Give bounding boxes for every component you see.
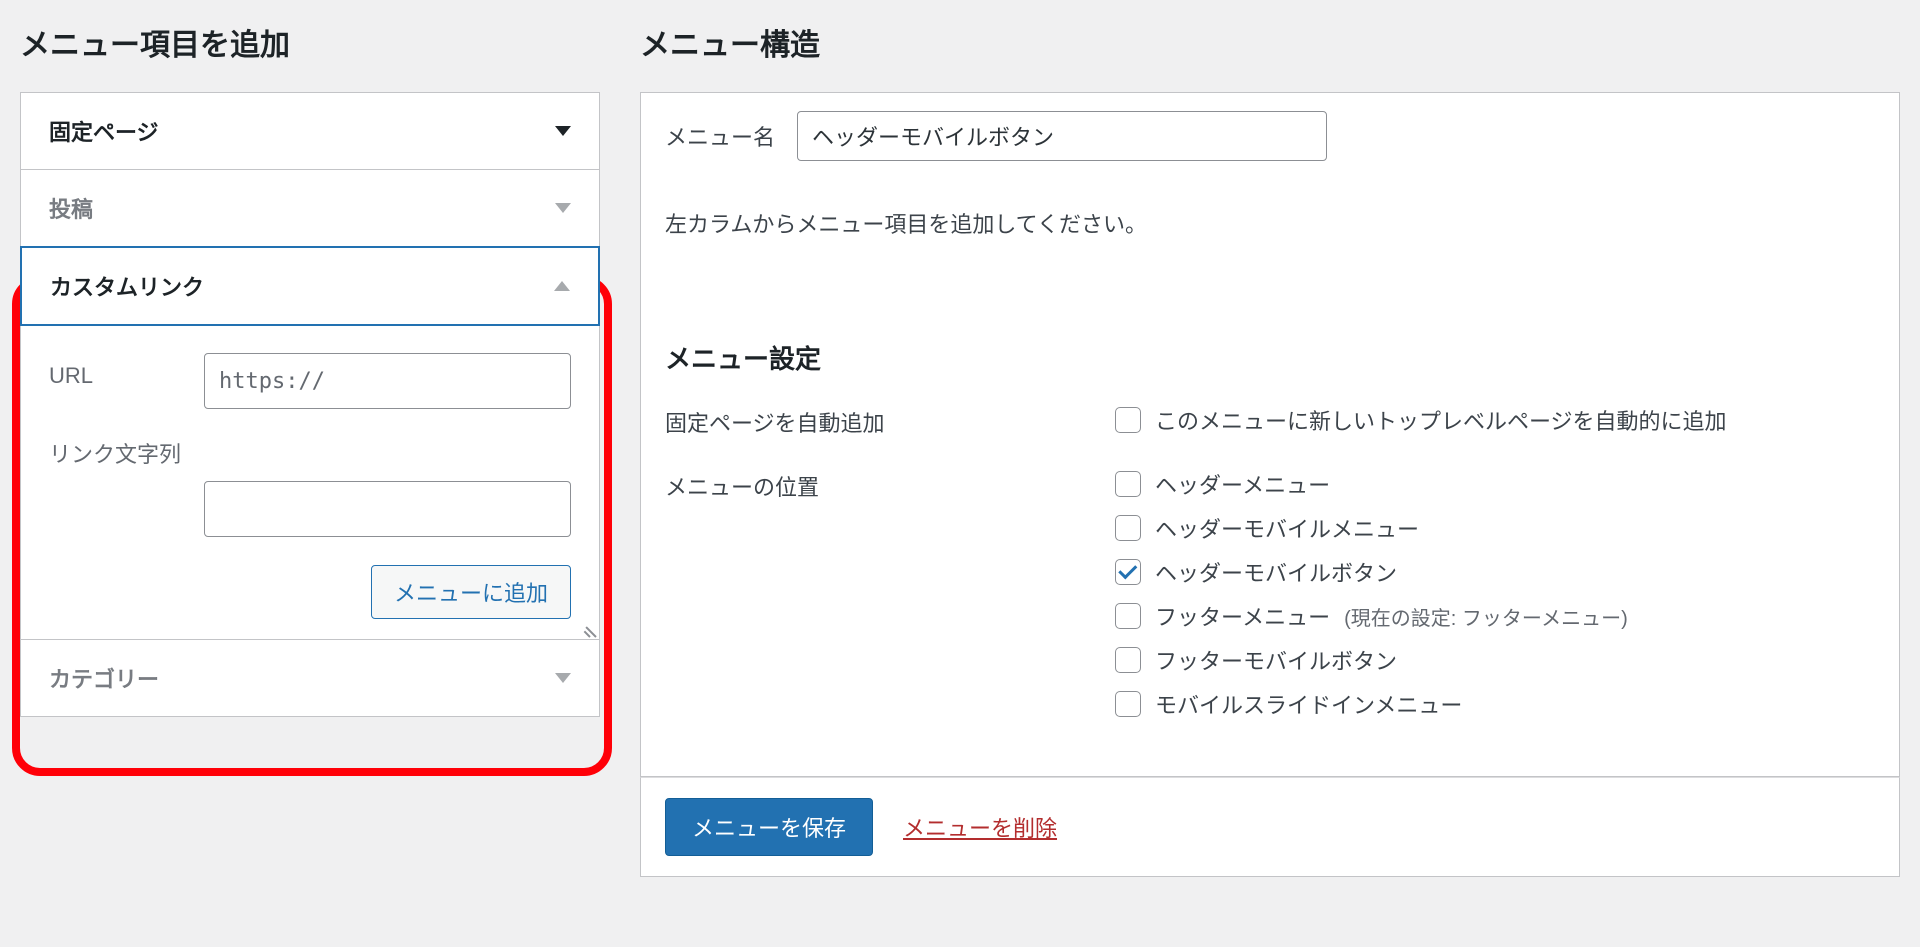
auto-add-pages-checkbox[interactable] [1115,407,1141,433]
menu-location-checkbox[interactable] [1115,691,1141,717]
resize-handle-icon[interactable] [583,623,597,637]
menu-location-label: フッターモバイルボタン [1155,644,1397,676]
accordion-categories-header[interactable]: カテゴリー [21,640,599,716]
delete-menu-link[interactable]: メニューを削除 [903,811,1057,843]
custom-link-text-input[interactable] [204,481,571,537]
add-menu-item-heading: メニュー項目を追加 [20,20,600,64]
accordion-posts-label: 投稿 [49,192,93,224]
menu-location-label: フッターメニュー [1155,600,1330,632]
menu-location-label: ヘッダーモバイルボタン [1155,556,1397,588]
auto-add-pages-option-label: このメニューに新しいトップレベルページを自動的に追加 [1155,404,1727,436]
custom-link-url-input[interactable] [204,353,571,409]
menu-location-checkbox[interactable] [1115,603,1141,629]
custom-link-url-label: URL [49,353,204,389]
chevron-down-icon [555,203,571,213]
menu-name-bar: メニュー名 [640,92,1900,179]
save-menu-button[interactable]: メニューを保存 [665,798,873,856]
add-menu-items-accordion: 固定ページ 投稿 カスタムリンク URL [20,92,600,717]
accordion-custom-link-header[interactable]: カスタムリンク [20,246,600,326]
accordion-custom-link-label: カスタムリンク [50,270,204,302]
menu-locations-label: メニューの位置 [665,468,1115,502]
accordion-pages-label: 固定ページ [49,115,159,147]
menu-bottom-bar: メニューを保存 メニューを削除 [640,777,1900,877]
accordion-categories-label: カテゴリー [49,662,159,694]
custom-link-text-label: リンク文字列 [49,437,571,469]
menu-location-label: モバイルスライドインメニュー [1155,688,1462,720]
menu-location-label: ヘッダーモバイルメニュー [1155,512,1419,544]
menu-location-checkbox[interactable] [1115,559,1141,585]
menu-placeholder-text: 左カラムからメニュー項目を追加してください。 [665,207,1875,239]
menu-name-input[interactable] [797,111,1327,161]
auto-add-pages-label: 固定ページを自動追加 [665,404,1115,438]
menu-structure-box: 左カラムからメニュー項目を追加してください。 メニュー設定 固定ページを自動追加… [640,179,1900,777]
menu-location-label: ヘッダーメニュー [1155,468,1330,500]
menu-structure-heading: メニュー構造 [640,20,1900,64]
menu-location-checkbox[interactable] [1115,515,1141,541]
chevron-down-icon [555,126,571,136]
menu-settings-heading: メニュー設定 [665,339,1875,376]
menu-location-hint: (現在の設定: フッターメニュー) [1344,602,1628,631]
chevron-up-icon [554,281,570,291]
menu-location-checkbox[interactable] [1115,471,1141,497]
menu-name-label: メニュー名 [665,120,775,152]
accordion-pages-header[interactable]: 固定ページ [21,93,599,169]
add-to-menu-button[interactable]: メニューに追加 [371,565,571,619]
chevron-down-icon [555,673,571,683]
accordion-posts-header[interactable]: 投稿 [21,170,599,246]
accordion-custom-link-body: URL リンク文字列 メニューに追加 [21,325,599,639]
menu-location-checkbox[interactable] [1115,647,1141,673]
